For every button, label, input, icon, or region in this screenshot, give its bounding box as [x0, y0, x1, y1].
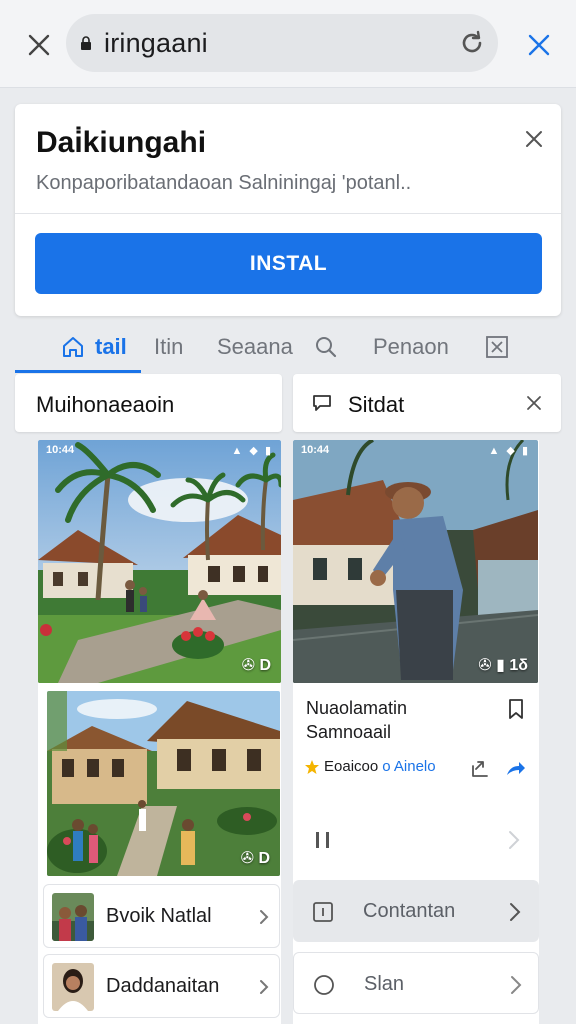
slan-row[interactable]: Slan [293, 952, 539, 1014]
thumbnail-image [52, 963, 94, 1011]
chevron-right-icon[interactable] [508, 830, 520, 850]
star-icon [305, 759, 319, 774]
reload-icon[interactable] [458, 29, 486, 57]
left-column-header[interactable]: Muihonaeaoin [15, 374, 282, 432]
tab-label: Itin [154, 334, 184, 359]
close-icon[interactable] [521, 126, 547, 152]
chevron-right-icon [510, 903, 521, 921]
right-feed: 10:44 ▲ ◆ ▮ ✇ ▮ 1δ Nuaolamatin Samnoaail… [293, 440, 539, 1024]
article-meta: Eoaicoo o Ainelo [304, 758, 436, 775]
chevron-right-icon [260, 980, 269, 994]
list-item[interactable]: Bvoik Natlal [43, 884, 280, 948]
home-icon [63, 337, 83, 357]
bookmark-icon[interactable] [506, 698, 526, 720]
man-photo[interactable]: 10:44 ▲ ◆ ▮ ✇ ▮ 1δ [293, 440, 538, 683]
right-column-header[interactable]: Sitdat [293, 374, 561, 432]
tab-search[interactable] [315, 330, 337, 364]
install-button[interactable]: INSTAL [35, 233, 542, 294]
install-banner: Dai̇kiungahi Konpaporibatandaoan Salnini… [15, 104, 561, 316]
tab-bar: tail Itin Seaana Penaon [15, 322, 561, 373]
install-title: Dai̇kiungahi [36, 126, 207, 159]
chevron-right-icon [511, 976, 522, 994]
x-box-icon [486, 336, 508, 358]
status-time: 10:44 [46, 444, 75, 456]
url-text: iringaani [104, 28, 208, 58]
repost-icon[interactable] [469, 758, 491, 780]
village-photo[interactable]: 10:44 ▲ ◆ ▮ ✇ D [38, 440, 281, 683]
article-title-line: Nuaolamatin [306, 698, 408, 718]
chevron-right-icon [260, 910, 269, 924]
article-title-line: Samnoaail [306, 722, 392, 742]
browser-toolbar: iringaani [0, 0, 576, 88]
comment-icon [313, 395, 331, 411]
divider [15, 213, 561, 214]
tab-label: Seaana [217, 334, 293, 359]
tab-close-box[interactable] [485, 330, 509, 364]
search-icon [316, 337, 337, 358]
active-tab-indicator [15, 370, 141, 373]
tab-home[interactable]: tail [61, 330, 127, 364]
pause-icon[interactable] [313, 830, 333, 856]
photo-badge: ✇ D [240, 850, 270, 867]
tab-label: Penaon [373, 334, 449, 359]
tab-itin[interactable]: Itin [154, 330, 183, 364]
close-icon[interactable] [22, 28, 56, 62]
photo-badge: ✇ ▮ 1δ [478, 657, 528, 674]
circle-icon [314, 975, 334, 995]
tab-penaon[interactable]: Penaon [373, 330, 449, 364]
share-icon[interactable] [504, 758, 526, 780]
lock-icon [81, 36, 91, 50]
row-label: Slan [364, 973, 405, 995]
close-icon[interactable] [526, 395, 542, 411]
content-row[interactable]: Contantan [293, 880, 539, 942]
status-time: 10:44 [301, 444, 330, 456]
status-icons: ▲ ◆ ▮ [231, 445, 273, 457]
photo-badge: ✇ D [241, 657, 271, 674]
cancel-icon[interactable] [522, 28, 556, 62]
meta-link[interactable]: o Ainelo [382, 758, 435, 775]
thumbnail-image [52, 893, 94, 941]
list-item[interactable]: Daddanaitan [43, 954, 280, 1018]
document-icon [313, 902, 333, 922]
right-column-title: Sitdat [348, 392, 405, 417]
install-subtitle: Konpaporibatandaoan Salniningaj 'potanl.… [36, 172, 412, 194]
meta-text: Eoaicoo [324, 758, 379, 775]
article-title[interactable]: Nuaolamatin Samnoaail [306, 696, 407, 744]
row-label: Contantan [363, 900, 456, 922]
address-bar[interactable]: iringaani [66, 14, 498, 72]
list-item-label: Daddanaitan [106, 975, 220, 997]
status-icons: ▲ ◆ ▮ [488, 445, 530, 457]
left-column-title: Muihonaeaoin [36, 392, 175, 417]
list-item-label: Bvoik Natlal [106, 905, 212, 927]
courtyard-photo[interactable]: ✇ D [47, 691, 280, 876]
tab-seaana[interactable]: Seaana [217, 330, 293, 364]
tab-label: tail [95, 334, 127, 359]
left-feed: 10:44 ▲ ◆ ▮ ✇ D ✇ D Bvoik Natlal Daddana… [38, 440, 281, 1024]
